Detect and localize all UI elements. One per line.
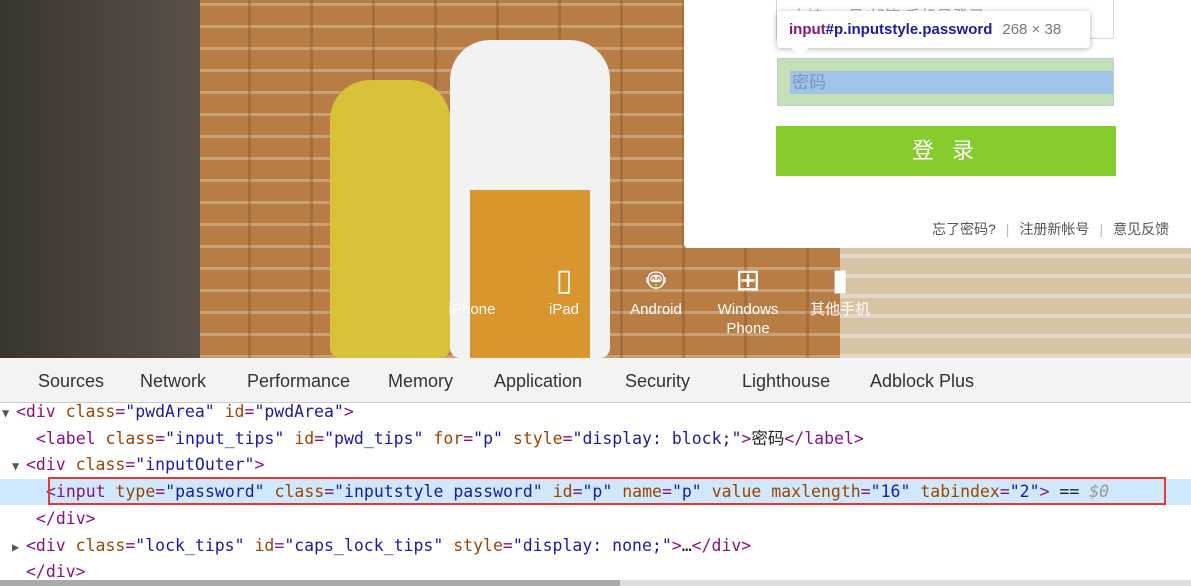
expand-arrow-icon[interactable]: ▼: [2, 400, 16, 426]
tab-memory[interactable]: Memory: [388, 371, 453, 392]
windows-icon: ⊞: [735, 264, 761, 297]
code-token: >: [741, 428, 752, 448]
code-token: =: [244, 402, 255, 421]
code-token: >: [343, 402, 354, 421]
code-token: class: [105, 428, 156, 448]
platform-label: iPad: [548, 301, 580, 318]
register-link[interactable]: 注册新帐号: [1019, 221, 1089, 237]
tooltip-tag: input: [789, 21, 826, 38]
code-token: <label: [36, 428, 106, 448]
dom-node-line[interactable]: ▼ <div class="inputOuter">: [0, 452, 1191, 478]
code-token: "pwd_tips": [324, 428, 424, 448]
forgot-password-link[interactable]: 忘了密码?: [932, 221, 996, 237]
code-token: id: [224, 402, 245, 421]
tab-network[interactable]: Network: [140, 371, 206, 392]
dom-node-line[interactable]: ▶ <div class="lock_tips" id="caps_lock_ti…: [0, 533, 1191, 559]
code-token: "lock_tips": [135, 535, 245, 555]
platform-iphone[interactable]: iPhone: [427, 262, 517, 319]
code-token: <div: [26, 455, 76, 475]
code-token: "p": [473, 428, 503, 448]
expand-arrow-icon[interactable]: ▼: [12, 453, 26, 479]
inspect-tooltip: input#p.inputstyle.password 268 × 38: [777, 11, 1090, 57]
feedback-link[interactable]: 意见反馈: [1113, 221, 1169, 237]
code-token: <div: [26, 535, 76, 555]
dom-node-line[interactable]: </div>: [0, 506, 1191, 532]
tab-lighthouse[interactable]: Lighthouse: [742, 371, 830, 392]
code-token: style: [512, 428, 563, 448]
tablet-icon: ▯: [555, 264, 573, 297]
code-token: >: [671, 535, 682, 555]
code-token: =: [463, 428, 474, 448]
login-button[interactable]: 登 录: [776, 126, 1116, 176]
code-token: <div: [16, 402, 66, 421]
scrollbar-thumb[interactable]: [0, 580, 620, 586]
code-token: =: [125, 535, 136, 555]
highlight-box: [48, 477, 1166, 505]
code-token: "display: none;": [512, 535, 672, 555]
tab-sources[interactable]: Sources: [38, 371, 104, 392]
platform-label: 其他手机: [809, 301, 870, 318]
platform-ipad[interactable]: ▯ iPad: [519, 262, 609, 319]
code-token: </div>: [691, 535, 752, 555]
code-token: "pwdArea": [125, 402, 215, 421]
code-token: class: [65, 402, 116, 421]
code-token: =: [502, 535, 513, 555]
platform-other[interactable]: ▮ 其他手机: [795, 262, 885, 319]
platform-label: Android: [630, 301, 682, 318]
dom-node-line[interactable]: <label class="input_tips" id="pwd_tips" …: [0, 426, 1191, 452]
tooltip-selector: #p.inputstyle.password: [825, 21, 993, 38]
platform-android[interactable]: 🤖︎ Android: [611, 262, 701, 319]
login-links: 忘了密码? | 注册新帐号 | 意见反馈: [932, 221, 1170, 237]
code-token: =: [155, 428, 166, 448]
code-token: </label>: [784, 428, 864, 448]
code-token: "caps_lock_tips": [284, 535, 444, 555]
tab-application[interactable]: Application: [494, 371, 582, 392]
tab-adblock-plus[interactable]: Adblock Plus: [870, 371, 974, 392]
code-token: =: [125, 455, 136, 475]
code-token: …: [681, 535, 692, 555]
code-token: class: [75, 535, 126, 555]
code-token: "display: block;": [572, 428, 742, 448]
code-token: id: [254, 535, 275, 555]
code-token: style: [453, 535, 503, 555]
tab-performance[interactable]: Performance: [247, 371, 350, 392]
code-token: =: [562, 428, 573, 448]
code-token: id: [294, 428, 315, 448]
collapse-arrow-icon[interactable]: ▶: [12, 534, 26, 560]
code-token: =: [115, 402, 126, 421]
password-placeholder: 密码: [790, 71, 1113, 94]
code-token: =: [274, 535, 285, 555]
tab-security[interactable]: Security: [625, 371, 690, 392]
code-token: class: [75, 455, 126, 475]
code-token: "pwdArea": [254, 402, 344, 421]
platform-label: iPhone: [448, 301, 496, 318]
platform-windows-phone[interactable]: ⊞ Windows Phone: [703, 262, 793, 338]
code-token: "input_tips": [165, 428, 285, 448]
tooltip-size: 268 × 38: [1002, 21, 1062, 38]
apple-icon: [427, 262, 517, 300]
code-token: </div>: [26, 562, 86, 582]
dom-node-line[interactable]: ▼ <div class="pwdArea" id="pwdArea">: [0, 399, 1191, 425]
code-token: >: [254, 455, 265, 475]
code-token: =: [314, 428, 325, 448]
horizontal-scrollbar[interactable]: [0, 580, 1191, 586]
android-icon: 🤖︎: [647, 264, 665, 297]
code-token: </div>: [36, 508, 96, 528]
platform-label: Windows Phone: [717, 301, 779, 337]
devtools-tabbar: Sources Network Performance Memory Appli…: [0, 358, 1191, 403]
code-token: "inputOuter": [135, 455, 255, 475]
code-token: 密码: [751, 428, 785, 448]
code-token: for: [433, 428, 464, 448]
password-input[interactable]: 密码: [777, 58, 1114, 106]
phone-icon: ▮: [831, 264, 849, 297]
